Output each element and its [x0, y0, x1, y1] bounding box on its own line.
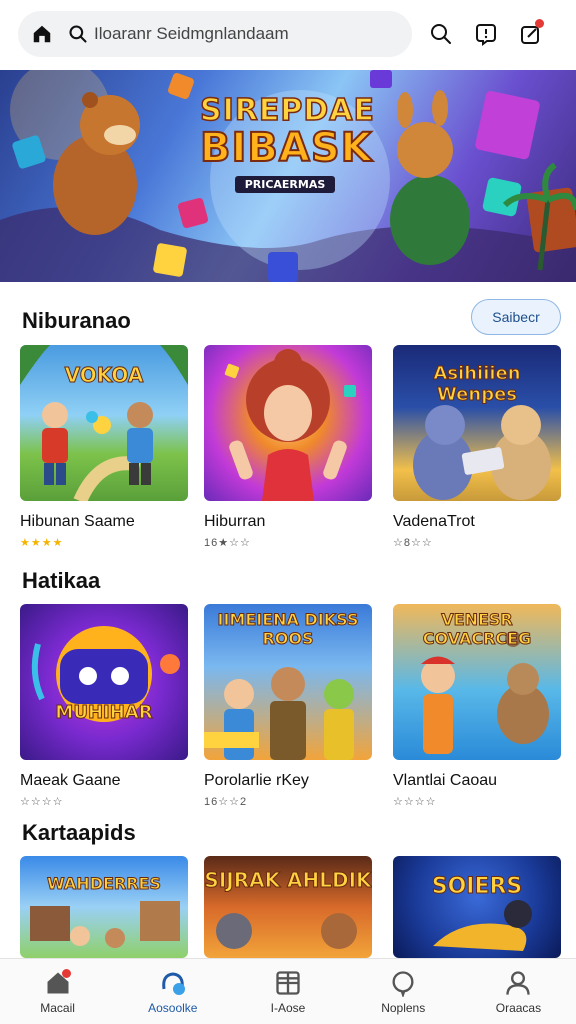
game-card[interactable]: WAHDERRES	[20, 856, 188, 958]
nav-item-grid[interactable]: I-Aose	[230, 959, 345, 1024]
nav-label: Oraacas	[495, 1000, 542, 1015]
game-name: Hiburran	[204, 513, 266, 530]
nav-item-profile[interactable]: Oraacas	[461, 959, 576, 1024]
game-thumbnail-title: WAHDERRES	[46, 874, 161, 894]
search-icon	[431, 24, 451, 44]
game-card[interactable]: Asihiiien Wenpes VadenaTrot ☆8☆☆	[393, 345, 561, 549]
grid-icon	[276, 970, 300, 995]
game-name: Vlantlai Caoau	[393, 772, 498, 789]
top-bar	[0, 0, 576, 68]
game-thumbnail-title: SIJRAK AHLDIK	[204, 868, 372, 893]
nav-label: I-Aose	[270, 1000, 306, 1015]
game-thumbnail-title: SOIERS	[431, 874, 523, 900]
game-rating: 16★☆☆	[204, 537, 251, 549]
game-rating: ☆☆☆☆	[20, 796, 64, 808]
game-thumbnail: WAHDERRES	[20, 856, 188, 958]
rating-stars: ★★★★	[20, 537, 64, 549]
game-thumbnail-title: VOKOA	[64, 363, 144, 388]
search-button[interactable]	[427, 20, 455, 48]
thumb-artwork	[31, 626, 180, 722]
game-rating: ☆☆☆☆	[393, 796, 437, 808]
game-thumbnail: MUHIHAR	[20, 604, 188, 760]
game-thumbnail	[204, 345, 372, 501]
game-card[interactable]: VENESR COVACRCEG Vlantlai Caoau ☆☆☆☆	[393, 604, 561, 808]
profile-icon	[506, 970, 531, 995]
game-card[interactable]: VOKOA Hibunan Saame ★★★★	[20, 345, 188, 549]
game-thumbnail-title: IIMEIENA DIKSS ROOS	[217, 610, 359, 649]
hero-banner[interactable]: SIREPDAE BIBASK PRICAERMAS	[0, 70, 576, 282]
nav-label: Noplens	[381, 1000, 426, 1015]
banner-title-line2: BIBASK	[199, 125, 373, 171]
nav-label: Macail	[40, 1000, 75, 1015]
alert-button[interactable]	[472, 20, 500, 48]
game-rating: 16☆☆2	[204, 796, 248, 808]
game-thumbnail: IIMEIENA DIKSS ROOS	[204, 604, 372, 760]
notifications-button[interactable]	[517, 19, 545, 48]
games-controller-icon	[162, 971, 185, 995]
nav-item-home[interactable]: Macail	[0, 959, 115, 1024]
banner-title: SIREPDAE BIBASK PRICAERMAS	[199, 93, 375, 193]
game-name: Porolarlie rKey	[204, 772, 309, 789]
game-thumbnail: Asihiiien Wenpes	[393, 345, 561, 501]
game-card[interactable]: MUHIHAR Maeak Gaane ☆☆☆☆	[20, 604, 188, 808]
thumb-artwork	[224, 349, 356, 501]
game-thumbnail: SIJRAK AHLDIK	[204, 856, 372, 958]
chat-bubble-icon	[392, 970, 414, 997]
game-thumbnail: VOKOA	[20, 345, 188, 501]
game-card[interactable]: SOIERS	[393, 856, 561, 958]
nav-badge	[62, 969, 71, 978]
game-card[interactable]: SIJRAK AHLDIK	[204, 856, 372, 958]
nav-item-messages[interactable]: Noplens	[346, 959, 461, 1024]
section-title: Kartaapids	[22, 820, 136, 845]
game-thumbnail-title: MUHIHAR	[55, 702, 153, 724]
game-name: Maeak Gaane	[20, 772, 121, 789]
search-bar[interactable]	[18, 11, 412, 57]
nav-item-games[interactable]: Aosoolke	[115, 959, 230, 1024]
search-icon	[68, 24, 88, 44]
see-all-button[interactable]: Saibecr	[471, 299, 561, 335]
alert-icon	[476, 24, 496, 46]
game-thumbnail: SOIERS	[393, 856, 561, 958]
thumb-artwork	[30, 901, 180, 948]
game-thumbnail-title: Asihiiien Wenpes	[433, 363, 521, 406]
bottom-navigation: Macail Aosoolke I-Aose Noplens Oraacas	[0, 958, 576, 1024]
banner-title-line1: SIREPDAE	[199, 93, 375, 128]
thumb-artwork	[433, 900, 532, 951]
section-title: Niburanao	[22, 308, 131, 333]
game-name: VadenaTrot	[393, 513, 475, 530]
nav-label: Aosoolke	[148, 1000, 198, 1015]
game-name: Hibunan Saame	[20, 513, 135, 530]
notification-badge	[535, 19, 544, 28]
game-card[interactable]: Hiburran 16★☆☆	[204, 345, 372, 549]
section-title: Hatikaa	[22, 568, 101, 593]
game-thumbnail-title: VENESR COVACRCEG	[422, 610, 532, 649]
game-rating: ☆8☆☆	[393, 537, 433, 549]
home-icon[interactable]	[30, 22, 54, 46]
game-thumbnail: VENESR COVACRCEG	[393, 604, 561, 760]
search-input[interactable]	[94, 24, 354, 44]
game-card[interactable]: IIMEIENA DIKSS ROOS Porolarlie rKey 16☆☆…	[204, 604, 372, 808]
banner-subtitle: PRICAERMAS	[234, 176, 336, 193]
